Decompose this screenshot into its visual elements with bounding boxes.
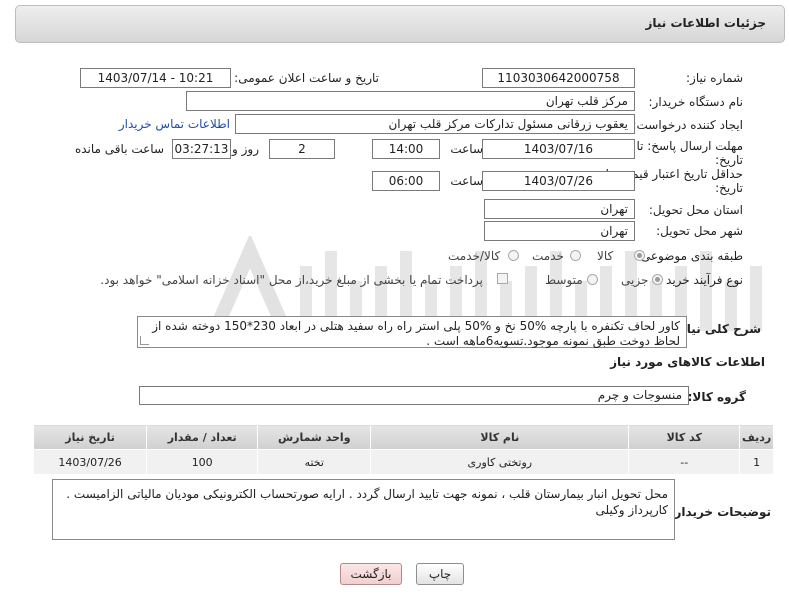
col-header-row-number: ردیف — [739, 424, 774, 450]
price-validity-date-field[interactable]: 1403/07/26 — [482, 171, 635, 191]
treasury-payment-checkbox[interactable] — [497, 273, 508, 284]
category-radio-service[interactable] — [570, 250, 581, 261]
buyer-org-label: نام دستگاه خریدار: — [648, 95, 744, 109]
process-option-medium: متوسط — [545, 273, 583, 287]
description-textarea[interactable]: کاور لحاف تکنفره با پارچه %50 نخ و %50 پ… — [137, 316, 687, 348]
buyer-contact-link[interactable]: اطلاعات تماس خریدار — [119, 117, 230, 131]
process-radio-minor[interactable] — [652, 274, 663, 285]
delivery-province-field[interactable]: تهران — [484, 199, 635, 219]
need-number-field[interactable]: 1103030642000758 — [482, 68, 635, 88]
price-validity-date-label: تاریخ: — [715, 181, 743, 195]
goods-group-label: گروه کالا: — [687, 390, 746, 404]
process-option-minor: جزیی — [621, 273, 649, 287]
cell-code: -- — [628, 449, 741, 475]
items-table: ردیف کد کالا نام کالا واحد شمارش تعداد /… — [32, 424, 774, 475]
header-panel: جزئیات اطلاعات نیاز — [15, 5, 785, 43]
description-text: کاور لحاف تکنفره با پارچه %50 نخ و %50 پ… — [152, 319, 680, 348]
price-validity-time-field[interactable]: 06:00 — [372, 171, 440, 191]
buyer-notes-textarea[interactable]: محل تحویل انبار بیمارستان قلب ، نمونه جه… — [52, 479, 675, 540]
category-option-goods: کالا — [597, 249, 614, 263]
description-label: شرح کلی نیاز: — [675, 322, 761, 336]
delivery-city-label: شهر محل تحویل: — [656, 224, 743, 238]
category-radio-goods-service[interactable] — [508, 250, 519, 261]
buyer-notes-text: محل تحویل انبار بیمارستان قلب ، نمونه جه… — [66, 487, 668, 517]
need-number-label: شماره نیاز: — [686, 71, 743, 85]
requester-label: ایجاد کننده درخواست: — [632, 118, 743, 132]
col-header-code: کد کالا — [628, 424, 741, 450]
buyer-org-field[interactable]: مرکز قلب تهران — [186, 91, 635, 111]
reply-days-label: روز و — [232, 142, 259, 156]
table-header-row: ردیف کد کالا نام کالا واحد شمارش تعداد /… — [32, 424, 774, 450]
category-option-service: خدمت — [532, 249, 564, 263]
reply-deadline-date-field[interactable]: 1403/07/16 — [482, 139, 635, 159]
cell-unit: تخته — [257, 449, 372, 475]
reply-days-field[interactable]: 2 — [269, 139, 335, 159]
requester-field[interactable]: یعقوب زرقانی مسئول تداركات مرکز قلب تهرا… — [235, 114, 635, 134]
announce-datetime-label: تاریخ و ساعت اعلان عمومی: — [234, 71, 379, 85]
table-row[interactable]: 1 -- روتختی کاوری تخته 100 1403/07/26 — [32, 449, 774, 475]
remaining-time-field[interactable]: 03:27:13 — [172, 139, 231, 159]
category-label: طبقه بندی موضوعی: — [636, 249, 743, 263]
cell-need-date: 1403/07/26 — [32, 449, 148, 475]
col-header-name: نام کالا — [370, 424, 630, 450]
remaining-time-label: ساعت باقی مانده — [74, 142, 164, 156]
category-radio-goods[interactable] — [634, 250, 645, 261]
reply-deadline-label: مهلت ارسال پاسخ: تا — [636, 139, 743, 153]
process-radio-medium[interactable] — [587, 274, 598, 285]
print-button[interactable]: چاپ — [416, 563, 464, 585]
reply-deadline-time-field[interactable]: 14:00 — [372, 139, 440, 159]
delivery-province-label: استان محل تحویل: — [648, 203, 743, 217]
reply-deadline-time-label: ساعت — [450, 142, 483, 156]
col-header-need-date: تاریخ نیاز — [32, 424, 148, 450]
category-option-goods-service: کالا/خدمت — [448, 249, 501, 263]
reply-deadline-date-label: تاریخ: — [715, 153, 743, 167]
page-title: جزئیات اطلاعات نیاز — [645, 16, 766, 30]
announce-datetime-field[interactable]: 1403/07/14 - 10:21 — [80, 68, 231, 88]
resize-handle-icon[interactable] — [140, 336, 149, 345]
col-header-quantity: تعداد / مقدار — [146, 424, 259, 450]
cell-name: روتختی کاوری — [370, 449, 630, 475]
col-header-unit: واحد شمارش — [257, 424, 372, 450]
back-button[interactable]: بازگشت — [340, 563, 402, 585]
delivery-city-field[interactable]: تهران — [484, 221, 635, 241]
goods-section-title: اطلاعات کالاهای مورد نیاز — [610, 355, 765, 369]
price-validity-time-label: ساعت — [450, 174, 483, 188]
cell-quantity: 100 — [146, 449, 259, 475]
cell-row-number: 1 — [739, 449, 774, 475]
purchase-process-label: نوع فرآیند خرید : — [658, 273, 743, 287]
buyer-notes-label: توضیحات خریدار: — [669, 505, 771, 519]
treasury-payment-note: پرداخت تمام یا بخشی از مبلغ خرید،از محل … — [100, 273, 483, 287]
goods-group-field[interactable]: منسوجات و چرم — [139, 386, 689, 405]
